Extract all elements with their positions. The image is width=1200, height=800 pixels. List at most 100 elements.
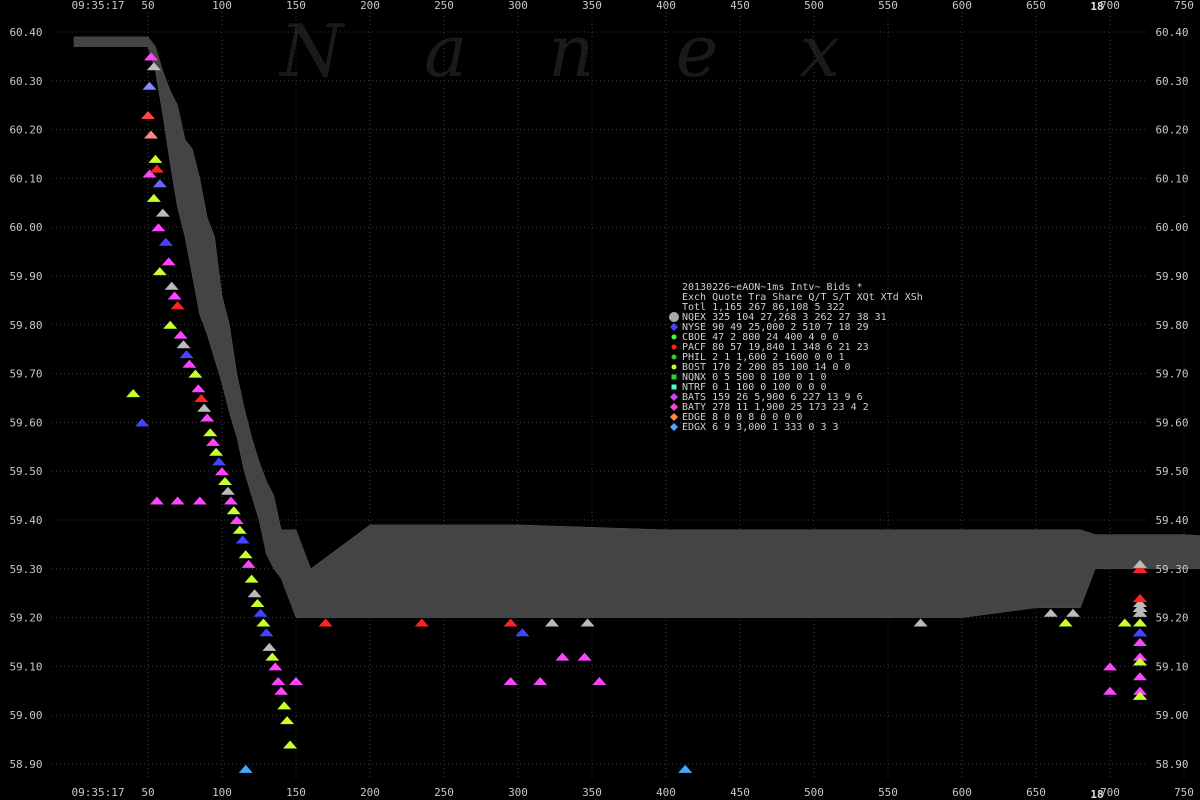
x-tick-label-bottom: 200 [360, 786, 380, 799]
quote-marker [580, 618, 595, 627]
y-tick-label-left: 60.00 [9, 221, 42, 234]
quote-marker [155, 208, 170, 217]
x-tick-label-bottom: 350 [582, 786, 602, 799]
quote-marker [277, 701, 292, 710]
y-tick-label-left: 59.20 [9, 612, 42, 625]
y-tick-label-right: 59.20 [1155, 612, 1188, 625]
quote-marker [229, 516, 244, 524]
quote-marker [223, 496, 238, 505]
quote-marker [232, 525, 247, 534]
quote-marker [197, 403, 212, 412]
legend-marker [671, 374, 677, 380]
quote-marker [1043, 608, 1058, 617]
quote-marker [173, 330, 188, 339]
y-tick-label-right: 59.80 [1155, 319, 1188, 332]
quote-marker [215, 467, 229, 476]
legend-row: EDGX 6 9 3,000 1 333 0 3 3 [682, 422, 839, 433]
legend-marker [671, 354, 677, 360]
quote-marker [414, 618, 429, 627]
quote-marker [1058, 618, 1073, 627]
quote-marker [256, 618, 271, 627]
quote-marker [194, 394, 209, 402]
quote-marker [161, 257, 176, 266]
y-tick-label-left: 59.90 [9, 270, 42, 283]
quote-marker [135, 418, 150, 427]
x-tick-label-bottom: 100 [212, 786, 232, 799]
quote-marker [1117, 618, 1132, 627]
quote-marker [206, 437, 221, 446]
quote-marker [1103, 686, 1117, 695]
quote-marker [503, 677, 518, 685]
quote-marker [318, 618, 333, 627]
legend-marker [671, 384, 677, 390]
quote-marker [158, 237, 173, 246]
quote-marker [142, 81, 157, 90]
quote-markers [126, 52, 1147, 773]
x-tick-label-bottom: 750 [1174, 786, 1194, 799]
quote-marker [200, 413, 215, 422]
x-tick-label-top: 500 [804, 0, 824, 12]
quote-marker [191, 384, 206, 393]
quote-marker [262, 642, 277, 651]
x-tick-label-top: 400 [656, 0, 676, 12]
y-tick-label-left: 60.40 [9, 26, 42, 39]
quote-marker [274, 686, 289, 695]
quote-marker [152, 179, 167, 188]
x-tick-label-top: 350 [582, 0, 602, 12]
corner-label-bottom: 18 [1090, 788, 1103, 800]
quote-marker [148, 154, 163, 163]
quote-marker [283, 740, 298, 749]
legend-marker [670, 423, 678, 431]
quote-marker [577, 652, 592, 661]
y-tick-label-left: 59.60 [9, 416, 42, 429]
quote-marker [250, 599, 265, 607]
price-chart: N a n e x 50 50 100 100 150 150 200 200 250 250 30… [9, 0, 1200, 800]
quote-marker [265, 652, 280, 661]
quote-marker [1133, 594, 1147, 603]
y-tick-label-right: 58.90 [1155, 758, 1188, 771]
y-tick-label-right: 59.70 [1155, 368, 1188, 381]
legend-marker [671, 334, 677, 340]
x-tick-label-top: 450 [730, 0, 750, 12]
y-tick-label-right: 59.10 [1155, 660, 1188, 673]
quote-marker [149, 164, 164, 173]
y-tick-label-left: 58.90 [9, 758, 42, 771]
quote-marker [179, 350, 194, 359]
quote-marker [253, 608, 268, 617]
x-tick-label-bottom: 300 [508, 786, 528, 799]
quote-marker [170, 301, 185, 310]
quote-marker [146, 193, 161, 202]
legend-marker [670, 403, 678, 411]
x-tick-label-top: 600 [952, 0, 972, 12]
y-tick-label-right: 60.40 [1155, 26, 1188, 39]
y-tick-label-left: 60.30 [9, 75, 42, 88]
x-tick-label-bottom: 500 [804, 786, 824, 799]
quote-marker [247, 589, 262, 598]
quote-marker [1066, 608, 1080, 617]
quote-marker [144, 130, 158, 139]
quote-marker [545, 618, 559, 627]
quote-marker [218, 477, 232, 485]
axes: 50 50 100 100 150 150 200 200 250 250 300 300 350 350… [9, 0, 1194, 800]
y-tick-label-right: 59.90 [1155, 270, 1188, 283]
legend: 20130226~eAON~1ms Intv~ Bids *Exch Quote… [669, 282, 923, 433]
quote-marker [149, 496, 164, 505]
quote-marker [170, 496, 185, 505]
quote-marker [141, 111, 155, 119]
y-tick-label-right: 60.20 [1155, 124, 1188, 137]
quote-marker [192, 496, 207, 505]
quote-marker [241, 559, 256, 568]
x-tick-label-top: 150 [286, 0, 306, 12]
quote-marker [1133, 638, 1147, 646]
quote-marker [913, 618, 928, 627]
quote-marker [126, 389, 141, 398]
watermark: N a n e x [278, 9, 840, 93]
quote-marker [176, 340, 191, 349]
quote-marker [182, 359, 197, 368]
x-tick-label-bottom: 50 [141, 786, 154, 799]
quote-marker [167, 291, 182, 300]
y-tick-label-right: 59.40 [1155, 514, 1188, 527]
quote-marker [151, 223, 166, 232]
x-tick-label-bottom: 250 [434, 786, 454, 799]
x-tick-label-top: 300 [508, 0, 528, 12]
